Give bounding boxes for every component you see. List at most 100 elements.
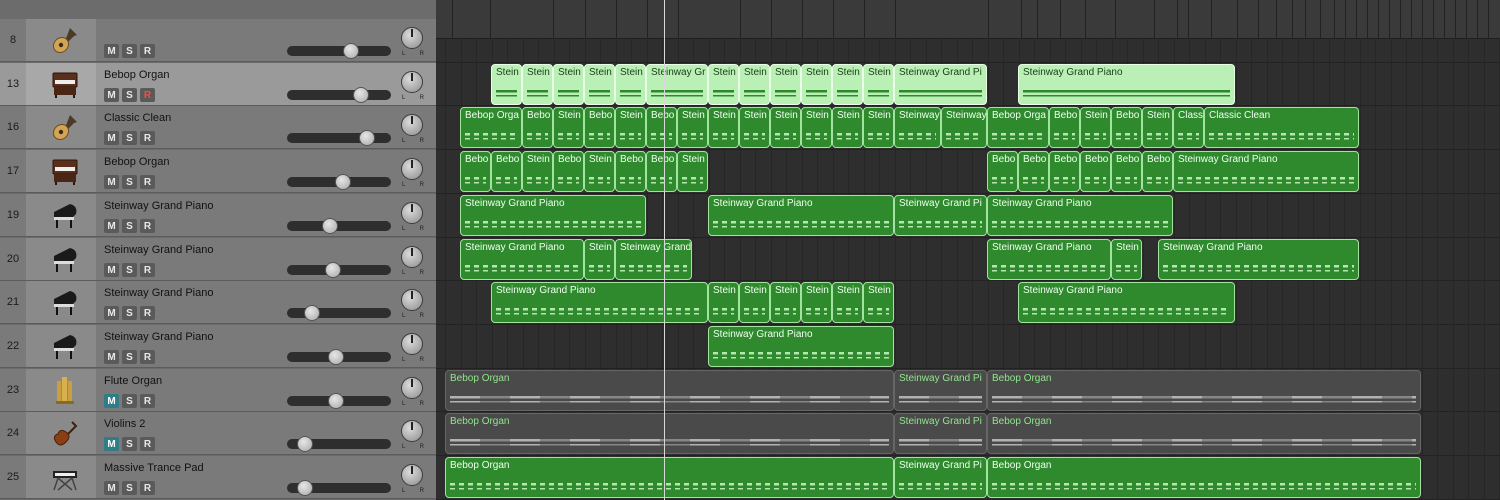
midi-region[interactable]: Stein (1142, 107, 1173, 148)
volume-fader[interactable] (287, 349, 391, 365)
record-enable-button[interactable]: R (140, 131, 155, 145)
midi-region[interactable]: Stein (739, 282, 770, 323)
midi-region[interactable]: Steinway Grand Piano (1018, 64, 1235, 105)
instrument-icon-well[interactable] (26, 238, 96, 280)
pan-knob[interactable] (401, 420, 423, 442)
timeline-ruler[interactable] (436, 0, 1500, 39)
midi-region[interactable]: Stein (801, 64, 832, 105)
solo-button[interactable]: S (122, 350, 137, 364)
midi-region[interactable]: Stein (584, 64, 615, 105)
midi-region[interactable]: Bebo (615, 151, 646, 192)
midi-region[interactable]: Stein (615, 107, 646, 148)
track-header-19[interactable]: 19 Steinway Grand Piano M S R L R (0, 194, 436, 237)
pan-knob[interactable] (401, 246, 423, 268)
midi-region[interactable]: Stein (708, 64, 739, 105)
midi-region[interactable]: Stein (522, 64, 553, 105)
midi-region[interactable]: Steinway Grand Piano (460, 195, 646, 236)
midi-region[interactable]: Steinway Grand Piano (1018, 282, 1235, 323)
track-name[interactable]: Steinway Grand Piano (104, 287, 213, 299)
pan-knob[interactable] (401, 464, 423, 486)
record-enable-button[interactable]: R (140, 394, 155, 408)
midi-region[interactable]: Class (1173, 107, 1204, 148)
midi-region[interactable]: Bebo (522, 107, 553, 148)
track-name[interactable]: Steinway Grand Piano (104, 200, 213, 212)
mute-button[interactable]: M (104, 219, 119, 233)
midi-region[interactable]: Stein (708, 107, 739, 148)
midi-region[interactable]: Stein (832, 282, 863, 323)
volume-fader[interactable] (287, 43, 391, 59)
midi-region[interactable]: Stein (522, 151, 553, 192)
midi-region[interactable]: Stein (708, 282, 739, 323)
midi-region[interactable]: Steinway Grand Piano (1158, 239, 1359, 280)
midi-region[interactable]: Stein (801, 107, 832, 148)
volume-fader-knob[interactable] (327, 393, 344, 409)
track-name[interactable]: Violins 2 (104, 418, 145, 430)
instrument-icon-well[interactable] (26, 325, 96, 367)
midi-region[interactable]: Bebo (1080, 151, 1111, 192)
volume-fader-knob[interactable] (327, 349, 344, 365)
mute-button[interactable]: M (104, 306, 119, 320)
solo-button[interactable]: S (122, 263, 137, 277)
pan-knob[interactable] (401, 158, 423, 180)
pan-knob[interactable] (401, 114, 423, 136)
volume-fader-knob[interactable] (296, 480, 313, 496)
midi-region[interactable]: Bebo (1111, 107, 1142, 148)
volume-fader[interactable] (287, 393, 391, 409)
midi-region[interactable]: Bebo (553, 151, 584, 192)
midi-region[interactable]: Steinway Grand Piano (1173, 151, 1359, 192)
midi-region[interactable]: Bebo (987, 151, 1018, 192)
midi-region[interactable]: Stein (739, 64, 770, 105)
midi-region[interactable]: Steinway (941, 107, 987, 148)
midi-region[interactable]: Steinway Grand Pi (894, 370, 987, 411)
track-header-8[interactable]: 8MSRLR (0, 19, 436, 62)
instrument-icon-well[interactable] (26, 456, 96, 498)
midi-region[interactable]: Stein (801, 282, 832, 323)
volume-fader-knob[interactable] (359, 130, 376, 146)
midi-region[interactable]: Stein (584, 151, 615, 192)
midi-region[interactable]: Steinway Grand Piano (460, 239, 584, 280)
instrument-icon-well[interactable] (26, 281, 96, 323)
track-header-24[interactable]: 24 Violins 2MSRLR (0, 412, 436, 455)
mute-button[interactable]: M (104, 131, 119, 145)
midi-region[interactable]: Bebop Organ (445, 457, 894, 498)
record-enable-button[interactable]: R (140, 175, 155, 189)
volume-fader[interactable] (287, 480, 391, 496)
midi-region[interactable]: Stein (832, 107, 863, 148)
mute-button[interactable]: M (104, 394, 119, 408)
midi-region[interactable]: Stein (615, 64, 646, 105)
midi-region[interactable]: Bebo (1018, 151, 1049, 192)
record-enable-button[interactable]: R (140, 44, 155, 58)
mute-button[interactable]: M (104, 175, 119, 189)
playhead[interactable] (664, 0, 665, 500)
mute-button[interactable]: M (104, 88, 119, 102)
midi-region[interactable]: Bebop Organ (987, 457, 1421, 498)
midi-region[interactable]: Bebo (1049, 151, 1080, 192)
midi-region[interactable]: Stein (491, 64, 522, 105)
track-header-22[interactable]: 22 Steinway Grand Piano M S R L R (0, 325, 436, 368)
midi-region[interactable]: Steinway Grand Piano (708, 195, 894, 236)
volume-fader[interactable] (287, 130, 391, 146)
midi-region[interactable]: Bebop Organ (445, 370, 894, 411)
instrument-icon-well[interactable] (26, 194, 96, 236)
pan-knob[interactable] (401, 289, 423, 311)
track-name[interactable]: Bebop Organ (104, 69, 169, 81)
track-name[interactable]: Classic Clean (104, 112, 171, 124)
solo-button[interactable]: S (122, 437, 137, 451)
track-name[interactable]: Steinway Grand Piano (104, 244, 213, 256)
instrument-icon-well[interactable] (26, 150, 96, 192)
volume-fader[interactable] (287, 305, 391, 321)
midi-region[interactable]: Bebop Orga (460, 107, 522, 148)
volume-fader-knob[interactable] (352, 87, 369, 103)
record-enable-button[interactable]: R (140, 219, 155, 233)
midi-region[interactable]: Bebo (1111, 151, 1142, 192)
midi-region[interactable]: Bebo (491, 151, 522, 192)
track-header-17[interactable]: 17 Bebop Organ M S R L R (0, 150, 436, 193)
midi-region[interactable]: Bebop Orga (987, 107, 1049, 148)
midi-region[interactable]: Stein (677, 107, 708, 148)
midi-region[interactable]: Bebo (646, 151, 677, 192)
midi-region[interactable]: Stein (553, 64, 584, 105)
midi-region[interactable]: Steinway Grand Pi (894, 195, 987, 236)
solo-button[interactable]: S (122, 44, 137, 58)
midi-region[interactable]: Stein (553, 107, 584, 148)
solo-button[interactable]: S (122, 175, 137, 189)
